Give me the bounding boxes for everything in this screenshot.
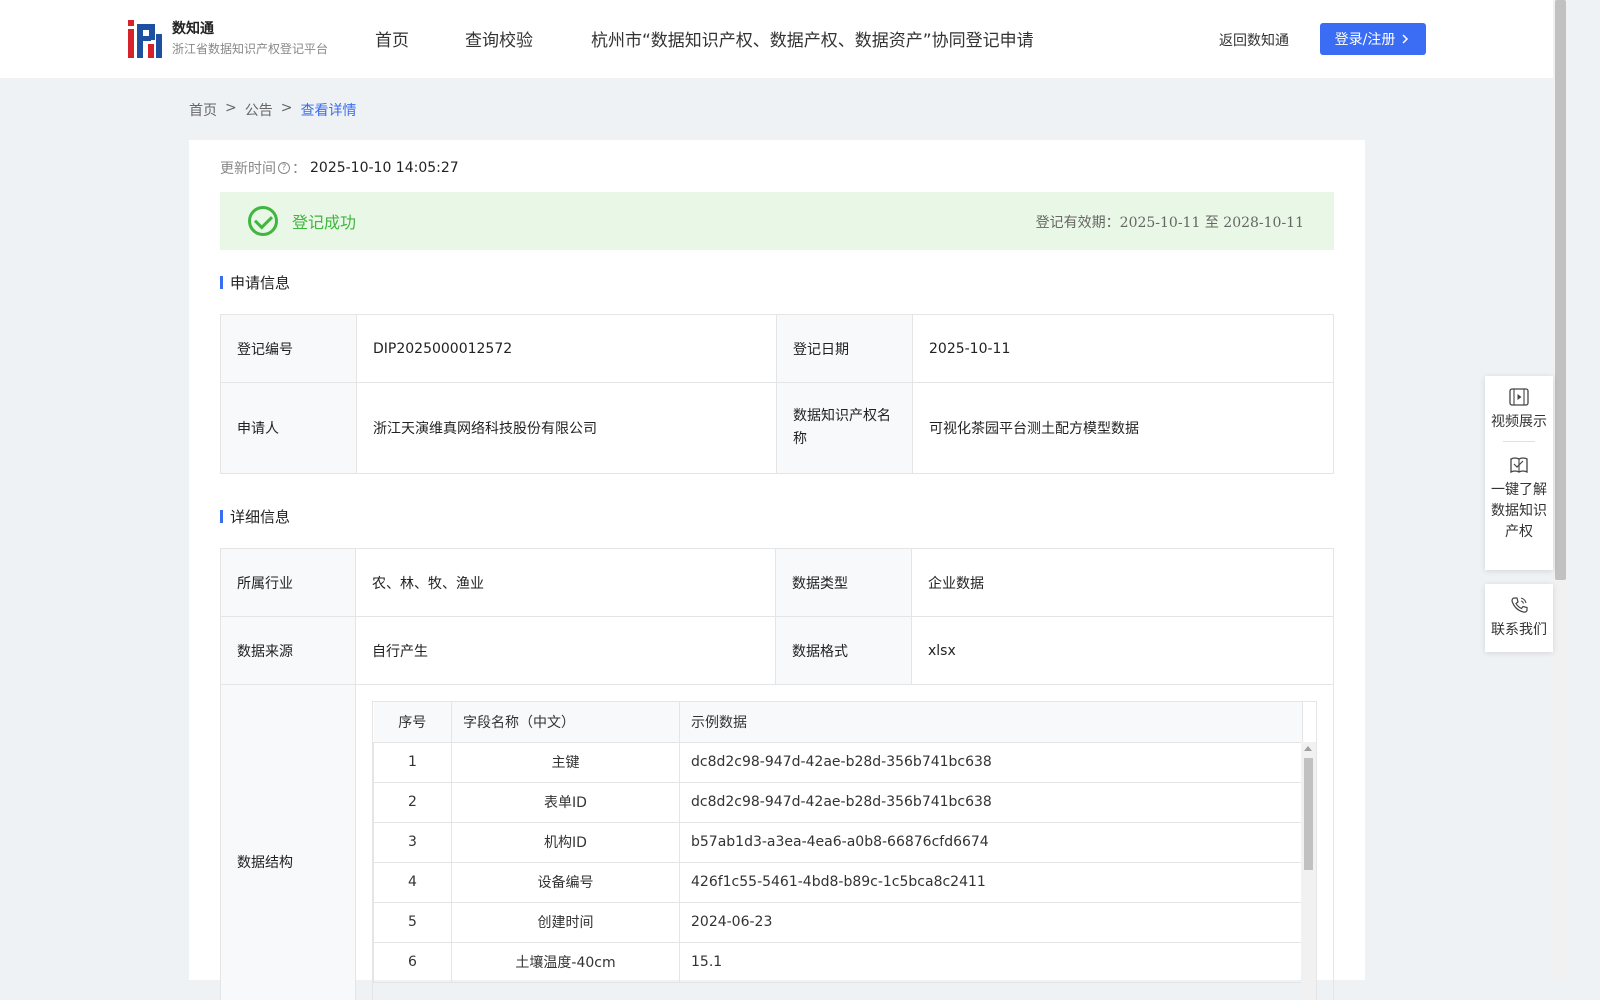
learn-ip-label-line3: 产权 xyxy=(1505,524,1533,540)
row-field-name: 主键 xyxy=(451,741,680,783)
table-row: 5 创建时间 2024-06-23 xyxy=(373,901,1303,943)
video-showcase-button[interactable]: 视频展示 xyxy=(1485,376,1553,433)
reg-date-label: 登记日期 xyxy=(776,314,913,383)
logo-subtitle: 浙江省数据知识产权登记平台 xyxy=(172,42,329,56)
validity-separator: 至 xyxy=(1204,215,1219,231)
login-register-label: 登录/注册 xyxy=(1334,32,1396,48)
row-sample: 2024-06-23 xyxy=(679,901,1303,943)
column-header-sample: 示例数据 xyxy=(679,702,1303,743)
row-sample: 15.1 xyxy=(679,941,1303,983)
row-field-name: 土壤温度-40cm xyxy=(451,941,680,983)
contact-us-button[interactable]: 联系我们 xyxy=(1485,584,1553,641)
top-header: 数知通 浙江省数据知识产权登记平台 首页 查询校验 杭州市“数据知识产权、数据产… xyxy=(0,0,1553,78)
row-no: 6 xyxy=(373,941,452,983)
table-row: 1 主键 dc8d2c98-947d-42ae-b28d-356b741bc63… xyxy=(373,741,1303,783)
validity-label: 登记有效期： xyxy=(1035,215,1120,231)
update-time-colon: ： xyxy=(292,161,306,177)
industry-value: 农、林、牧、渔业 xyxy=(355,548,776,617)
status-banner: 登记成功 登记有效期：2025-10-11 至 2028-10-11 xyxy=(220,192,1334,250)
table-scrollbar-thumb[interactable] xyxy=(1304,758,1313,870)
applicant-value: 浙江天演维真网络科技股份有限公司 xyxy=(356,382,777,474)
page-scrollbar-thumb[interactable] xyxy=(1555,0,1566,580)
update-time-label: 更新时间 xyxy=(220,161,276,177)
login-register-button[interactable]: 登录/注册 xyxy=(1320,23,1426,55)
source-value: 自行产生 xyxy=(355,616,776,685)
update-time-value: 2025-10-10 14:05:27 xyxy=(310,160,459,176)
data-type-label: 数据类型 xyxy=(775,548,912,617)
return-link[interactable]: 返回数知通 xyxy=(1219,30,1289,50)
float-panel-top: 视频展示 一键了解 数据知识 产权 xyxy=(1485,376,1553,570)
detail-info-table: 所属行业 农、林、牧、渔业 数据类型 企业数据 数据来源 自行产生 数据格式 x… xyxy=(220,548,1334,1000)
column-header-no: 序号 xyxy=(373,702,452,743)
table-row: 4 设备编号 426f1c55-5461-4bd8-b89c-1c5bca8c2… xyxy=(373,861,1303,903)
breadcrumb: 首页 > 公告 > 查看详情 xyxy=(189,100,356,120)
contact-us-label: 联系我们 xyxy=(1491,622,1547,638)
status-text: 登记成功 xyxy=(292,213,357,232)
logo-title: 数知通 xyxy=(172,21,214,37)
data-structure-table: 序号 字段名称（中文） 示例数据 1 主键 dc8d2c98-947d-42ae… xyxy=(372,701,1317,1000)
logo-mark-icon xyxy=(128,20,162,58)
breadcrumb-notice[interactable]: 公告 xyxy=(245,100,273,120)
video-showcase-label: 视频展示 xyxy=(1491,414,1547,430)
breadcrumb-separator: > xyxy=(280,100,293,116)
learn-ip-button[interactable]: 一键了解 数据知识 产权 xyxy=(1485,442,1553,543)
book-icon xyxy=(1510,457,1528,474)
scroll-up-arrow-icon[interactable] xyxy=(1304,746,1312,751)
row-field-name: 设备编号 xyxy=(451,861,680,903)
data-type-value: 企业数据 xyxy=(911,548,1334,617)
table-scrollbar[interactable] xyxy=(1301,742,1316,1000)
page-scrollbar[interactable] xyxy=(1553,0,1568,980)
detail-section-title: 详细信息 xyxy=(220,506,290,527)
format-value: xlsx xyxy=(911,616,1334,685)
row-no: 4 xyxy=(373,861,452,903)
row-field-name: 创建时间 xyxy=(451,901,680,943)
nav-home[interactable]: 首页 xyxy=(375,26,409,51)
learn-ip-label-line2: 数据知识 xyxy=(1491,503,1547,519)
format-label: 数据格式 xyxy=(775,616,912,685)
update-time: 更新时间 ? ： 2025-10-10 14:05:27 xyxy=(220,158,459,178)
video-icon xyxy=(1509,388,1529,406)
ip-name-value: 可视化茶园平台测土配方模型数据 xyxy=(912,382,1334,474)
validity-from: 2025-10-11 xyxy=(1119,215,1201,231)
structure-label: 数据结构 xyxy=(220,684,356,1000)
ip-name-label: 数据知识产权名称 xyxy=(776,382,913,474)
apply-section-title: 申请信息 xyxy=(220,272,290,293)
check-circle-icon xyxy=(248,206,278,236)
row-no: 3 xyxy=(373,821,452,863)
table-row: 3 机构ID b57ab1d3-a3ea-4ea6-a0b8-66876cfd6… xyxy=(373,821,1303,863)
breadcrumb-current: 查看详情 xyxy=(300,103,357,119)
logo[interactable]: 数知通 浙江省数据知识产权登记平台 xyxy=(128,20,328,58)
validity-period: 登记有效期：2025-10-11 至 2028-10-11 xyxy=(1036,212,1304,232)
reg-no-label: 登记编号 xyxy=(220,314,357,383)
row-sample: 426f1c55-5461-4bd8-b89c-1c5bca8c2411 xyxy=(679,861,1303,903)
row-no: 2 xyxy=(373,781,452,823)
table-row: 6 土壤温度-40cm 15.1 xyxy=(373,941,1303,983)
row-sample: dc8d2c98-947d-42ae-b28d-356b741bc638 xyxy=(679,741,1303,783)
applicant-label: 申请人 xyxy=(220,382,357,474)
nav-query-verify[interactable]: 查询校验 xyxy=(465,26,533,51)
row-sample: b57ab1d3-a3ea-4ea6-a0b8-66876cfd6674 xyxy=(679,821,1303,863)
float-panel-bottom: 联系我们 xyxy=(1485,584,1553,652)
industry-label: 所属行业 xyxy=(220,548,356,617)
validity-to: 2028-10-11 xyxy=(1223,215,1304,231)
reg-no-value: DIP2025000012572 xyxy=(356,314,777,383)
row-field-name: 表单ID xyxy=(451,781,680,823)
detail-card: 更新时间 ? ： 2025-10-10 14:05:27 登记成功 登记有效期：… xyxy=(189,140,1365,1000)
chevron-right-icon xyxy=(1402,34,1409,44)
nav-hangzhou-registration[interactable]: 杭州市“数据知识产权、数据产权、数据资产”协同登记申请 xyxy=(591,26,1034,51)
source-label: 数据来源 xyxy=(220,616,356,685)
reg-date-value: 2025-10-11 xyxy=(912,314,1334,383)
row-no: 1 xyxy=(373,741,452,783)
phone-icon xyxy=(1511,597,1528,613)
question-icon[interactable]: ? xyxy=(278,162,290,174)
breadcrumb-home[interactable]: 首页 xyxy=(189,100,217,120)
row-sample: dc8d2c98-947d-42ae-b28d-356b741bc638 xyxy=(679,781,1303,823)
table-row: 2 表单ID dc8d2c98-947d-42ae-b28d-356b741bc… xyxy=(373,781,1303,823)
apply-info-table: 登记编号 DIP2025000012572 登记日期 2025-10-11 申请… xyxy=(220,314,1334,474)
column-header-field-name: 字段名称（中文） xyxy=(451,702,680,743)
breadcrumb-separator: > xyxy=(225,100,237,116)
row-no: 5 xyxy=(373,901,452,943)
learn-ip-label-line1: 一键了解 xyxy=(1491,482,1547,498)
row-field-name: 机构ID xyxy=(451,821,680,863)
